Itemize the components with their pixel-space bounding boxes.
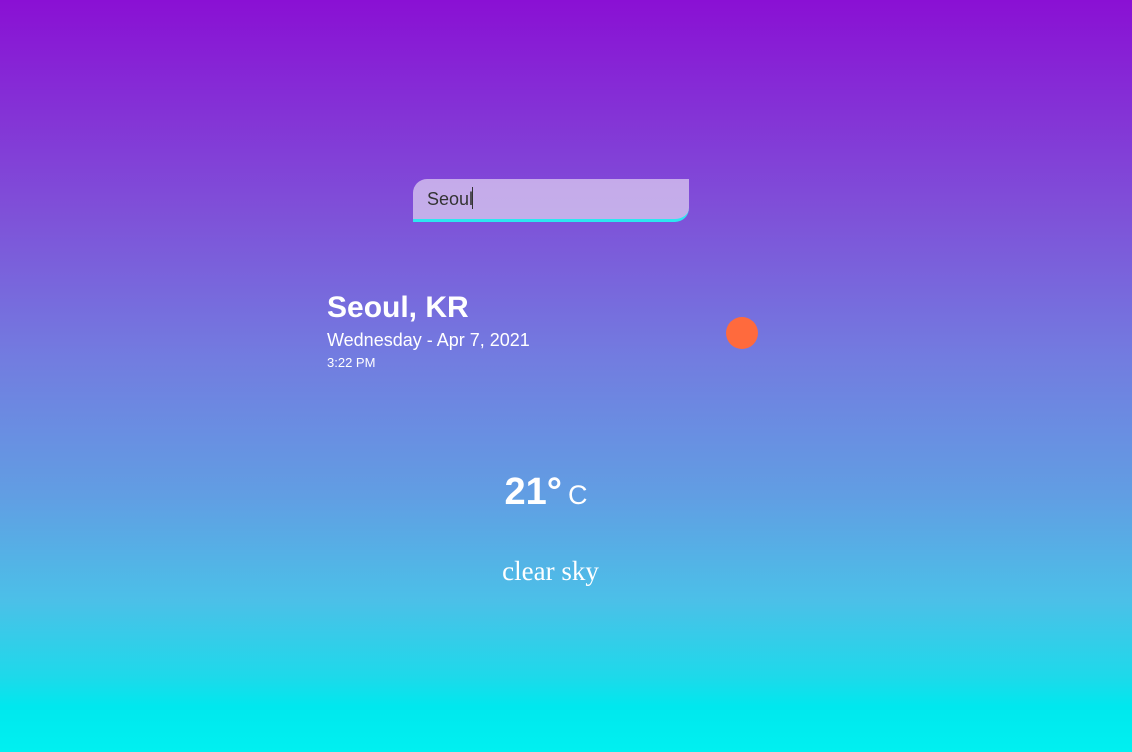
temperature-value: 21° [504,471,562,513]
temperature-unit: C [567,480,588,510]
current-time: 3:22 PM [327,355,376,370]
sun-icon [726,317,758,349]
search-input[interactable] [413,179,689,219]
temperature: 21° C [0,469,1092,518]
text-caret [472,187,473,209]
location-name: Seoul, KR [327,291,469,324]
current-date: Wednesday - Apr 7, 2021 [327,330,530,350]
weather-app: Seoul, KR Wednesday - Apr 7, 2021 3:22 P… [0,0,1132,752]
weather-description: clear sky [502,556,599,586]
search-box[interactable] [413,179,689,222]
